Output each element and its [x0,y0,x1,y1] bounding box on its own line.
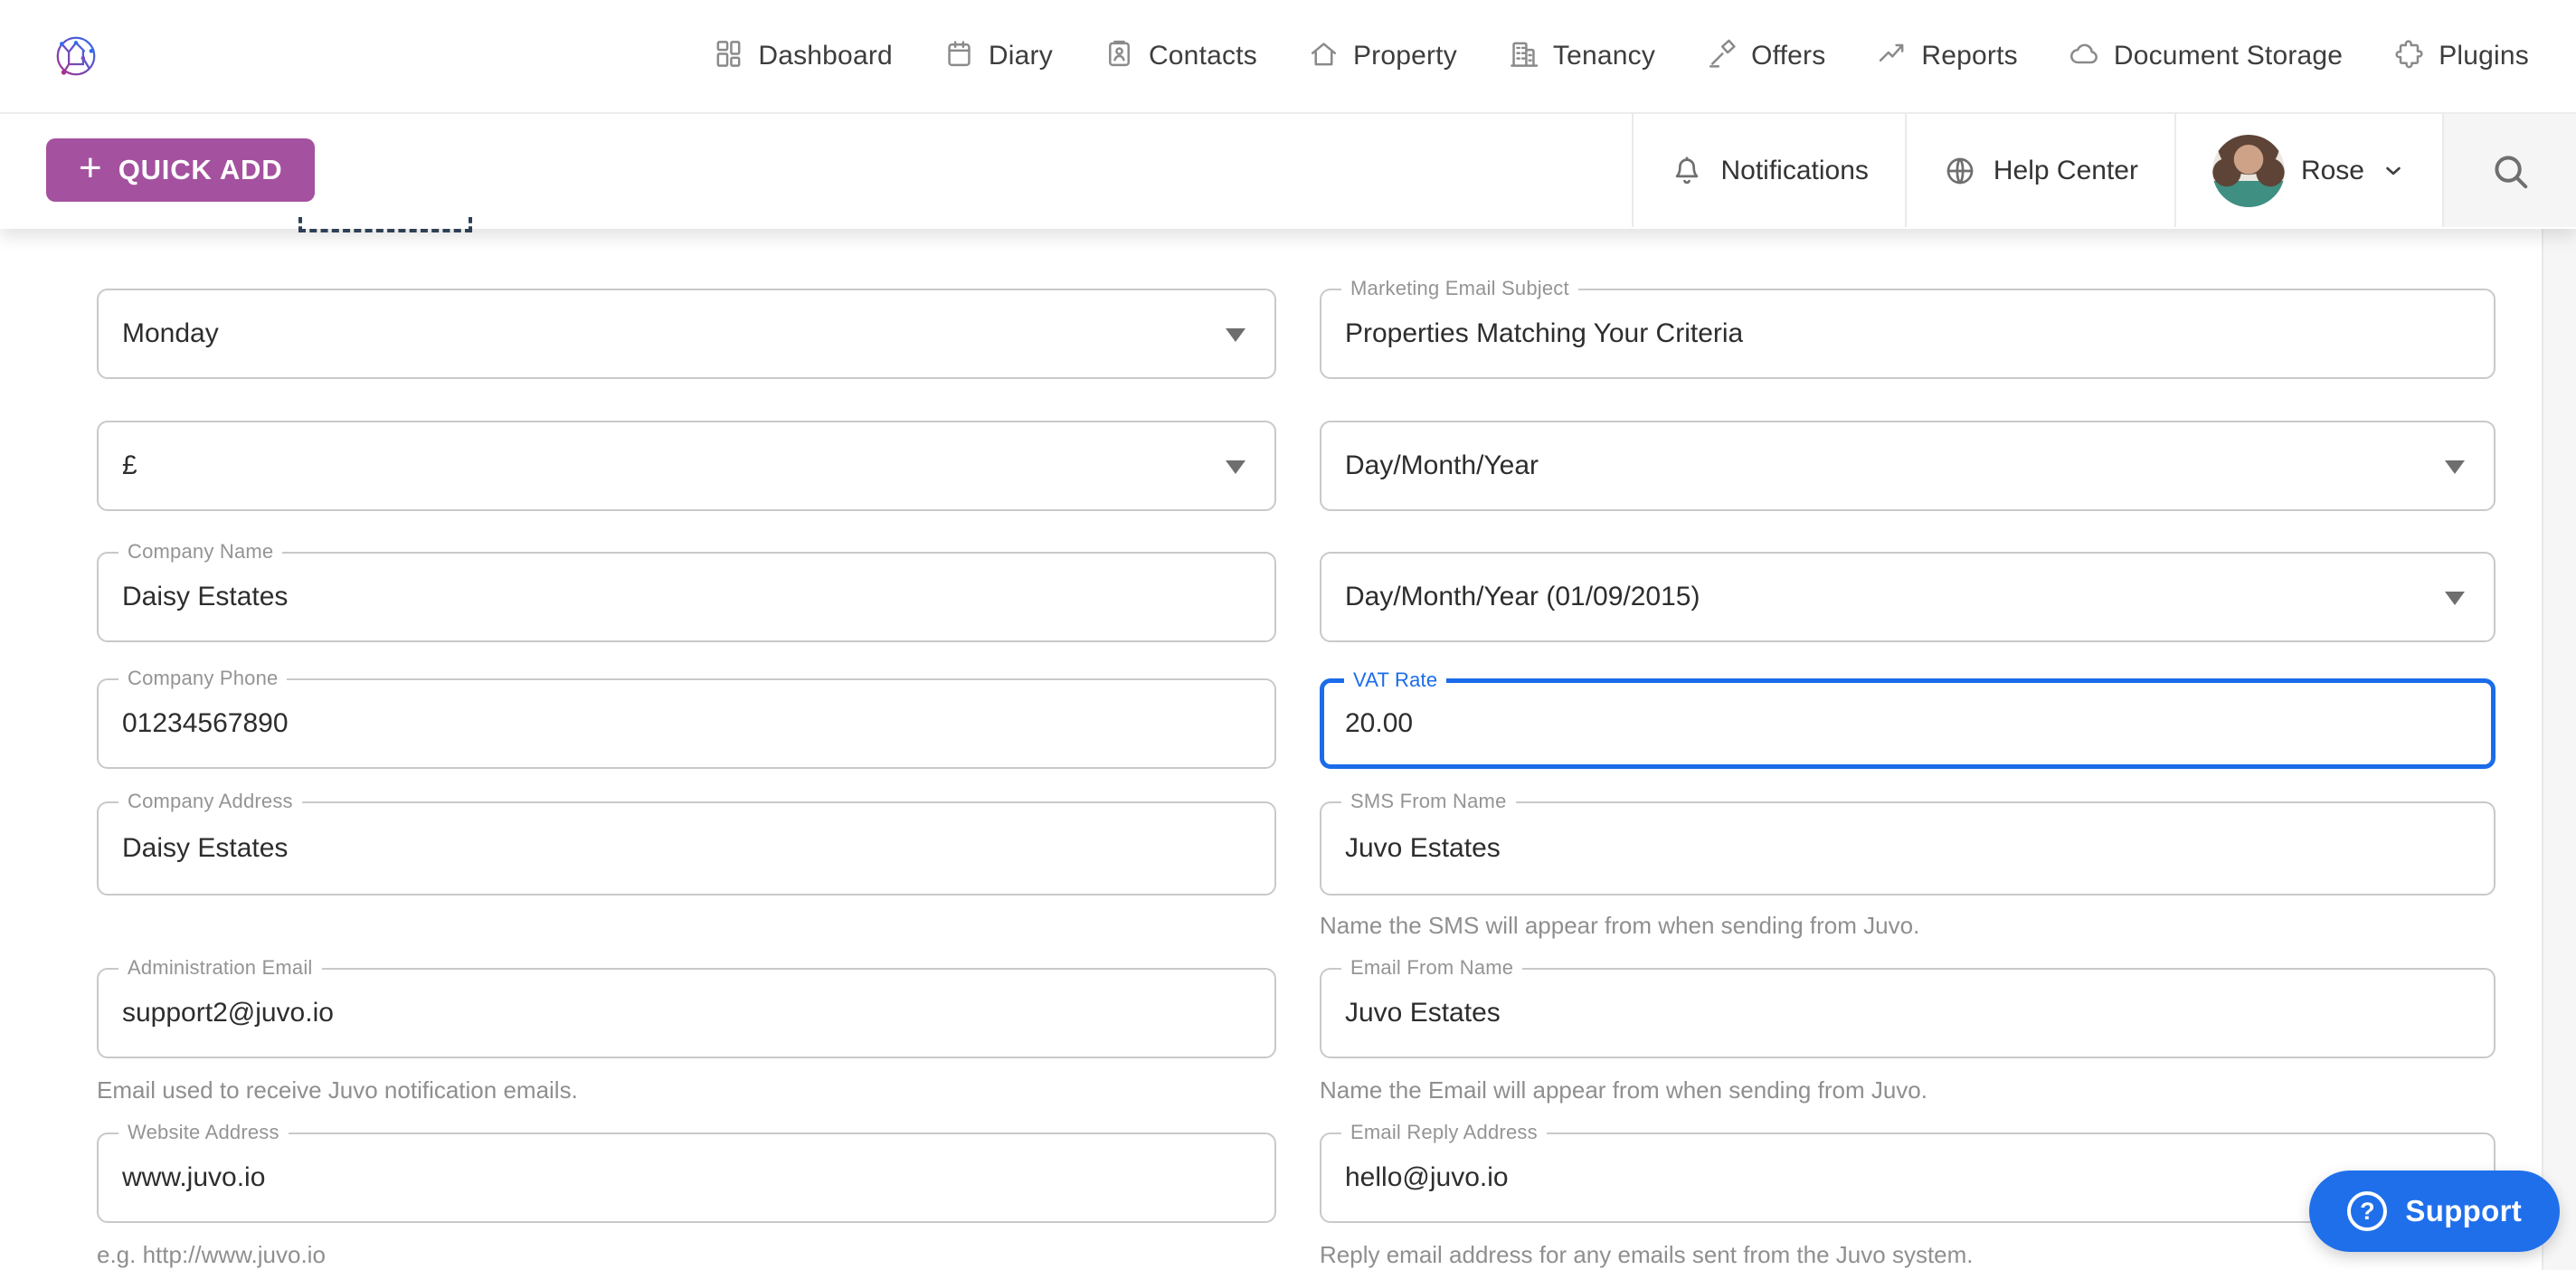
company-phone-input[interactable]: Company Phone 01234567890 [97,678,1276,769]
nav-item-dashboard[interactable]: Dashboard [713,38,893,74]
nav-item-contacts[interactable]: Contacts [1103,38,1257,74]
date-format-select[interactable]: Day/Month/Year [1320,421,2496,511]
scrollbar-gutter[interactable] [2542,229,2576,1270]
dropdown-caret-icon [1226,460,1245,474]
nav-item-property[interactable]: Property [1308,38,1457,74]
vat-rate-input[interactable]: VAT Rate 20.00 [1320,678,2496,769]
dropdown-caret-icon [1226,328,1245,342]
avatar [2212,135,2285,207]
search-button[interactable] [2442,114,2576,227]
globe-icon [1943,154,1977,188]
dropdown-caret-icon [2445,592,2465,605]
puzzle-icon [2393,38,2425,74]
main-nav: Dashboard Diary Contacts Property Tenanc… [713,38,2529,74]
notifications-label: Notifications [1720,156,1868,186]
email-from-name-input[interactable]: Email From Name Juvo Estates [1320,968,2496,1058]
gavel-icon [1706,38,1738,74]
building-icon [1508,38,1539,74]
sms-from-name-input[interactable]: SMS From Name Juvo Estates [1320,801,2496,896]
plus-icon: + [79,148,102,188]
day-select[interactable]: Monday [97,289,1276,379]
dropdown-caret-icon [2445,460,2465,474]
company-address-input[interactable]: Company Address Daisy Estates [97,801,1276,896]
notifications-button[interactable]: Notifications [1632,114,1904,227]
support-button[interactable]: ? Support [2309,1170,2560,1252]
question-icon: ? [2347,1191,2387,1231]
website-address-input[interactable]: Website Address www.juvo.io [97,1133,1276,1223]
app-header: Dashboard Diary Contacts Property Tenanc… [0,0,2576,229]
action-bar: + QUICK ADD Notifications Help Center Ro… [0,114,2576,227]
juvo-logo [52,32,100,81]
chevron-down-icon [2381,158,2406,184]
dashed-drop-target-fragment [298,217,472,232]
home-icon [1308,38,1340,74]
help-center-button[interactable]: Help Center [1905,114,2174,227]
sms-from-name-helper-text: Name the SMS will appear from when sendi… [1320,908,2496,940]
nav-item-document-storage[interactable]: Document Storage [2069,38,2343,74]
long-date-format-select[interactable]: Day/Month/Year (01/09/2015) [1320,552,2496,642]
settings-form: Monday £ Company Name Daisy Estates Comp… [0,229,2542,1265]
user-menu[interactable]: Rose [2174,114,2442,227]
administration-email-helper-text: Email used to receive Juvo notification … [97,1073,1276,1104]
quick-add-label: QUICK ADD [118,154,283,186]
marketing-email-subject-input[interactable]: Marketing Email Subject Properties Match… [1320,289,2496,379]
nav-item-reports[interactable]: Reports [1876,38,2017,74]
currency-select[interactable]: £ [97,421,1276,511]
calendar-icon [943,38,975,74]
cloud-icon [2069,38,2100,74]
grid-icon [713,38,744,74]
trend-up-icon [1876,38,1908,74]
email-from-name-helper-text: Name the Email will appear from when sen… [1320,1073,2496,1104]
action-bar-right: Notifications Help Center Rose [1632,114,2576,227]
contact-card-icon [1103,38,1135,74]
user-name: Rose [2301,156,2364,186]
website-address-helper-text: e.g. http://www.juvo.io [97,1237,1276,1269]
nav-item-plugins[interactable]: Plugins [2393,38,2529,74]
bell-icon [1670,154,1704,188]
search-icon [2489,150,2531,192]
main-nav-bar: Dashboard Diary Contacts Property Tenanc… [0,0,2576,114]
nav-item-diary[interactable]: Diary [943,38,1053,74]
email-reply-address-helper-text: Reply email address for any emails sent … [1320,1237,2496,1269]
quick-add-button[interactable]: + QUICK ADD [46,138,315,202]
support-label: Support [2405,1194,2522,1228]
administration-email-input[interactable]: Administration Email support2@juvo.io [97,968,1276,1058]
nav-item-offers[interactable]: Offers [1706,38,1825,74]
company-name-input[interactable]: Company Name Daisy Estates [97,552,1276,642]
nav-item-tenancy[interactable]: Tenancy [1508,38,1655,74]
help-center-label: Help Center [1994,156,2138,186]
